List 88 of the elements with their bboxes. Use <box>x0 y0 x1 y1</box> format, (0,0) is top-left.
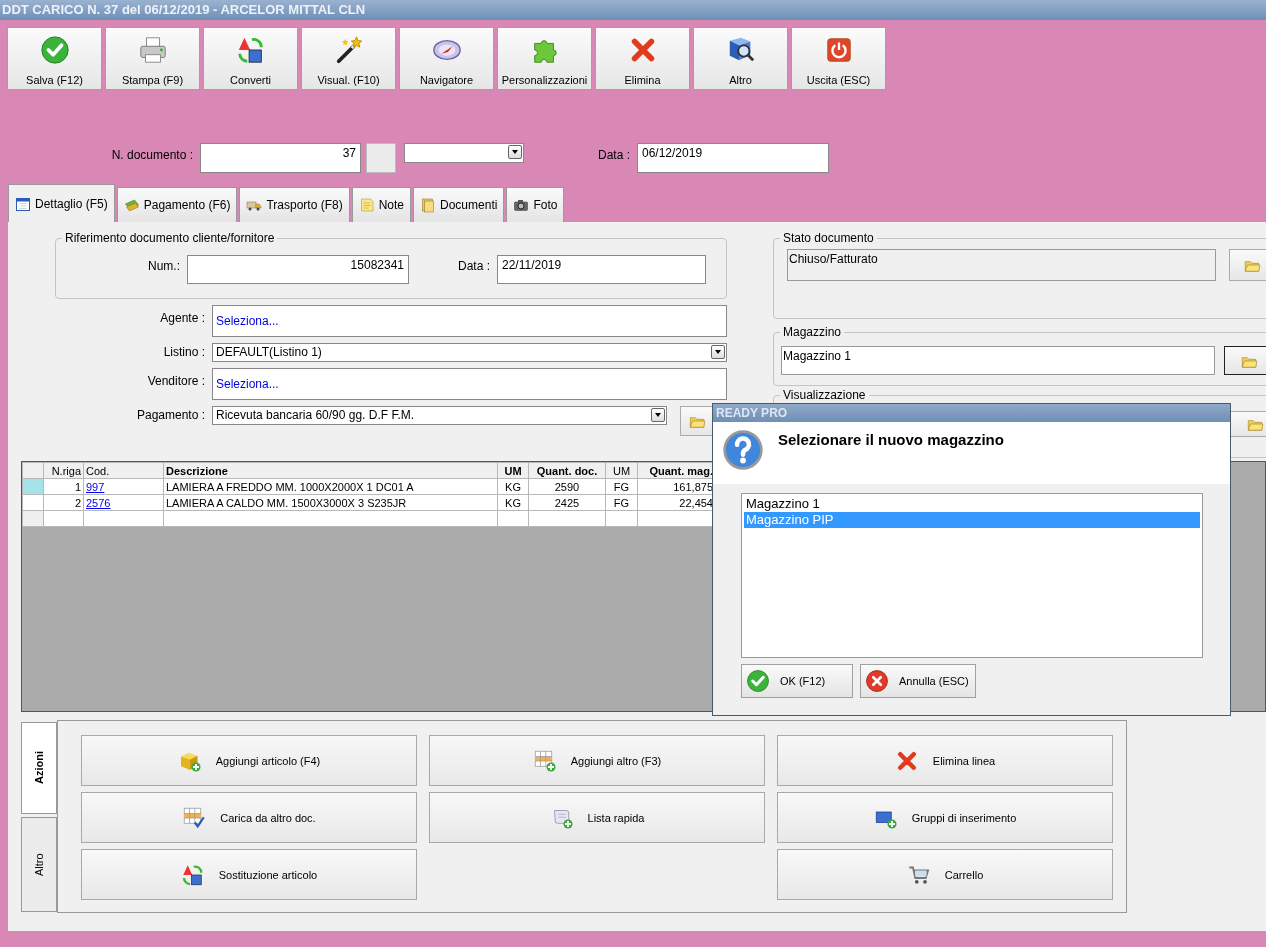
table-cell: 2 <box>43 494 84 511</box>
toolbar-button[interactable]: Salva (F12) <box>7 27 102 90</box>
column-header: N.riga <box>43 462 84 479</box>
question-icon <box>722 429 764 471</box>
toolbar-button[interactable]: Uscita (ESC) <box>791 27 886 90</box>
column-header: UM <box>605 462 638 479</box>
dropdown[interactable]: Ricevuta bancaria 60/90 gg. D.F F.M. <box>212 406 667 425</box>
grid-check-icon <box>182 805 207 830</box>
table-cell: KG <box>497 494 529 511</box>
field-label: Num.: <box>147 258 181 275</box>
action-button[interactable]: Elimina linea <box>777 735 1113 786</box>
table-cell: 1 <box>43 478 84 495</box>
table-cell: LAMIERA A FREDDO MM. 1000X2000X 1 DC01 A <box>163 478 498 495</box>
camera-icon <box>513 197 530 213</box>
tab[interactable]: Documenti <box>413 187 505 222</box>
tab[interactable]: Trasporto (F8) <box>239 187 350 222</box>
field-label: Agente : <box>159 310 206 327</box>
list-option[interactable]: Magazzino 1 <box>744 496 1200 512</box>
folder-button[interactable] <box>1224 346 1266 375</box>
field-label: Venditore : <box>146 373 206 390</box>
check-icon <box>39 35 70 65</box>
grid-plus-icon <box>532 748 557 773</box>
dropdown[interactable]: DEFAULT(Listino 1) <box>212 343 727 362</box>
table-cell: FG <box>605 478 638 495</box>
printer-icon <box>137 35 168 65</box>
note-icon <box>358 197 375 213</box>
table-cell: 2425 <box>528 494 606 511</box>
toolbar-button[interactable]: Personalizzazioni <box>497 27 592 90</box>
toolbar-button[interactable]: Converti <box>203 27 298 90</box>
folders-icon <box>420 197 437 213</box>
dialog-button[interactable]: OK (F12) <box>741 664 853 698</box>
toolbar-button[interactable]: Visual. (F10) <box>301 27 396 90</box>
group-title: Riferimento documento cliente/fornitore <box>64 231 276 245</box>
tab[interactable]: Dettaglio (F5) <box>8 184 115 222</box>
document-number-field[interactable]: 37 <box>200 143 361 173</box>
field-label: N. documento : <box>110 147 194 164</box>
vertical-tab[interactable]: Azioni <box>21 722 57 814</box>
action-button[interactable]: Gruppi di inserimento <box>777 792 1113 843</box>
column-header: Quant. doc. <box>528 462 606 479</box>
action-button[interactable]: Lista rapida <box>429 792 765 843</box>
table-cell: FG <box>605 494 638 511</box>
folder-button[interactable] <box>1230 411 1266 437</box>
warehouse-field[interactable]: Magazzino 1 <box>781 346 1215 375</box>
vertical-tab[interactable]: Altro <box>21 817 57 912</box>
cancel-icon <box>865 669 889 693</box>
selection-field[interactable]: Seleziona... <box>212 305 727 337</box>
toolbar-button[interactable]: Stampa (F9) <box>105 27 200 90</box>
selection-field[interactable]: Seleziona... <box>212 368 727 400</box>
field-label: Pagamento : <box>135 407 206 424</box>
reference-number-field[interactable]: 15082341 <box>187 255 409 284</box>
column-header: Descrizione <box>163 462 498 479</box>
tab[interactable]: Foto <box>506 187 565 222</box>
calendar-icon <box>15 195 31 212</box>
window-title: DDT CARICO N. 37 del 06/12/2019 - ARCELOR MITTAL CLN <box>0 0 1266 20</box>
code-link[interactable]: 997 <box>86 480 105 493</box>
folder-button[interactable] <box>680 406 713 436</box>
group-title: Magazzino <box>782 325 843 339</box>
action-button[interactable]: Aggiungi articolo (F4) <box>81 735 417 786</box>
toolbar-button[interactable]: Elimina <box>595 27 690 90</box>
tab[interactable]: Note <box>351 187 412 222</box>
check-icon <box>746 669 770 693</box>
action-button[interactable]: Carica da altro doc. <box>81 792 417 843</box>
table-cell: LAMIERA A CALDO MM. 1500X3000X 3 S235JR <box>163 494 498 511</box>
reference-date-field[interactable]: 22/11/2019 <box>497 255 706 284</box>
dialog-message: Selezionare il nuovo magazzino <box>778 431 1004 448</box>
field-label: Data : <box>597 147 631 164</box>
dialog-title: READY PRO <box>713 404 1230 422</box>
group-title: Stato documento <box>782 231 875 245</box>
column-header: UM <box>497 462 529 479</box>
series-dropdown[interactable] <box>404 143 524 163</box>
empty-field[interactable] <box>366 143 396 173</box>
shapes-icon <box>180 862 205 887</box>
group-title: Visualizzazione <box>782 388 867 402</box>
action-button[interactable]: Sostituzione articolo <box>81 849 417 900</box>
table-cell: KG <box>497 478 529 495</box>
action-button[interactable]: Carrello <box>777 849 1113 900</box>
dialog-button[interactable]: Annulla (ESC) <box>860 664 976 698</box>
shapes-icon <box>235 35 266 65</box>
column-header: Cod. <box>83 462 164 479</box>
date-field[interactable]: 06/12/2019 <box>637 143 829 173</box>
toolbar-button[interactable]: Altro <box>693 27 788 90</box>
action-button[interactable]: Aggiungi altro (F3) <box>429 735 765 786</box>
field-label: Listino : <box>162 344 206 361</box>
tab[interactable]: Pagamento (F6) <box>116 187 238 222</box>
toolbar-button[interactable]: Navigatore <box>399 27 494 90</box>
table-cell: 2590 <box>528 478 606 495</box>
banknotes-icon <box>123 197 140 213</box>
field-label: Data : <box>457 258 491 275</box>
